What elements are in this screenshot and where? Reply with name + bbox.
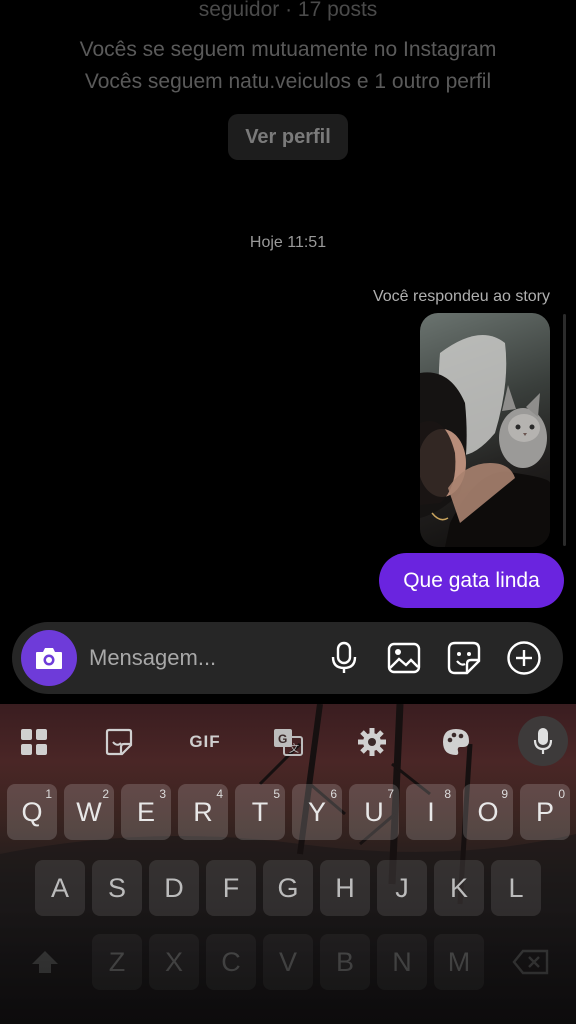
- key-m[interactable]: M: [434, 934, 484, 990]
- translate-button[interactable]: G 文: [268, 722, 308, 762]
- sent-message-bubble[interactable]: Que gata linda: [379, 553, 564, 608]
- shift-key[interactable]: [7, 934, 83, 990]
- message-input[interactable]: [89, 640, 309, 676]
- key-q[interactable]: Q1: [7, 784, 57, 840]
- sent-message-text: Que gata linda: [403, 568, 540, 592]
- profile-followers-line: seguidor · 17 posts: [198, 0, 378, 21]
- key-w[interactable]: W2: [64, 784, 114, 840]
- gallery-icon: [387, 642, 421, 674]
- palette-icon: [443, 729, 469, 755]
- story-image: [420, 335, 550, 547]
- key-x[interactable]: X: [149, 934, 199, 990]
- conversation-timestamp: Hoje 11:51: [249, 234, 327, 251]
- view-profile-button[interactable]: Ver perfil: [228, 114, 348, 160]
- key-s[interactable]: S: [92, 860, 142, 916]
- gif-button[interactable]: GIF: [183, 722, 227, 762]
- svg-text:文: 文: [289, 742, 299, 755]
- sticker-icon: [447, 641, 481, 675]
- story-reply-note: Você respondeu ao story: [372, 288, 550, 305]
- keyboard-settings-button[interactable]: [352, 722, 392, 762]
- key-k[interactable]: K: [434, 860, 484, 916]
- key-l[interactable]: L: [491, 860, 541, 916]
- settings-gear-icon: [358, 728, 386, 756]
- key-e[interactable]: E3: [121, 784, 171, 840]
- key-z[interactable]: Z: [92, 934, 142, 990]
- keyboard: GIF G 文 Q 1 W 2 E 3 R 4 T 5 Y 6 U 7 I 8 …: [0, 704, 576, 1024]
- chat-area: seguidor · 17 posts Vocês se seguem mutu…: [0, 0, 576, 700]
- key-g[interactable]: G: [263, 860, 313, 916]
- key-y[interactable]: Y6: [292, 784, 342, 840]
- backspace-key[interactable]: [493, 934, 569, 990]
- key-i[interactable]: I8: [406, 784, 456, 840]
- keyboard-apps-button[interactable]: [14, 722, 54, 762]
- keyboard-sticker-button[interactable]: [99, 722, 139, 762]
- translate-icon: G 文: [274, 729, 303, 756]
- backspace-icon: [512, 949, 549, 975]
- microphone-icon: [533, 728, 553, 754]
- theme-button[interactable]: [436, 722, 476, 762]
- camera-icon: [36, 648, 62, 669]
- camera-button[interactable]: [21, 630, 77, 686]
- gif-icon: GIF: [189, 732, 221, 751]
- gallery-button[interactable]: [386, 640, 422, 676]
- key-r[interactable]: R4: [178, 784, 228, 840]
- message-composer: [12, 622, 563, 694]
- key-a[interactable]: A: [35, 860, 85, 916]
- sticker-button[interactable]: [446, 640, 482, 676]
- story-thumbnail[interactable]: [420, 313, 550, 547]
- svg-text:G: G: [278, 732, 287, 746]
- plus-circle-icon: [507, 641, 541, 675]
- key-o[interactable]: O9: [463, 784, 513, 840]
- key-v[interactable]: V: [263, 934, 313, 990]
- key-u[interactable]: U7: [349, 784, 399, 840]
- key-d[interactable]: D: [149, 860, 199, 916]
- microphone-icon: [331, 641, 357, 673]
- more-options-button[interactable]: [506, 640, 542, 676]
- key-t[interactable]: T5: [235, 784, 285, 840]
- sticker-icon: [105, 728, 133, 756]
- keyboard-voice-button[interactable]: [518, 716, 568, 766]
- profile-mutual-line: Vocês se seguem mutuamente no Instagram: [79, 38, 497, 61]
- apps-grid-icon: [21, 729, 47, 755]
- key-h[interactable]: H: [320, 860, 370, 916]
- profile-common-follow-line: Vocês seguem natu.veiculos e 1 outro per…: [84, 70, 492, 93]
- voice-message-button[interactable]: [326, 640, 362, 676]
- shift-arrow-icon: [32, 951, 58, 973]
- key-b[interactable]: B: [320, 934, 370, 990]
- key-c[interactable]: C: [206, 934, 256, 990]
- key-j[interactable]: J: [377, 860, 427, 916]
- key-n[interactable]: N: [377, 934, 427, 990]
- story-reply-indicator: [563, 314, 566, 546]
- key-f[interactable]: F: [206, 860, 256, 916]
- key-p[interactable]: P0: [520, 784, 570, 840]
